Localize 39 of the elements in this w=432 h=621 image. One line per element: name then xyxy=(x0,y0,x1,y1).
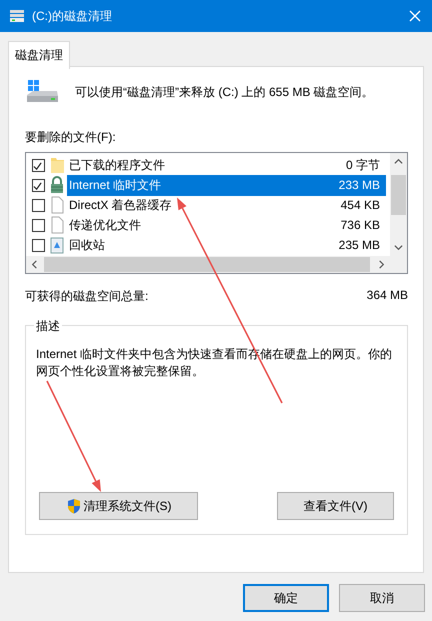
scrollbar-thumb[interactable] xyxy=(391,175,406,215)
list-item[interactable]: 传递优化文件 736 KB xyxy=(67,214,386,236)
dialog-button[interactable]: 确定 xyxy=(243,584,329,612)
checkbox[interactable] xyxy=(32,178,45,192)
list-item[interactable]: 回收站 235 MB xyxy=(67,234,386,256)
tab[interactable]: 磁盘清理 xyxy=(8,41,70,69)
action-button[interactable]: 清理系统文件(S) xyxy=(39,492,198,520)
horizontal-scrollbar[interactable] xyxy=(26,256,390,273)
list-item[interactable]: DirectX 着色器缓存 454 KB xyxy=(67,194,386,216)
group-title: 描述 xyxy=(34,318,62,335)
document-icon xyxy=(49,216,65,234)
checkbox[interactable] xyxy=(32,198,45,212)
scroll-up-icon xyxy=(394,157,403,166)
check-icon xyxy=(33,182,42,190)
files-label: 要删除的文件(F): xyxy=(25,129,116,146)
action-button[interactable]: 查看文件(V) xyxy=(277,492,394,520)
checkbox[interactable] xyxy=(32,158,45,172)
scroll-left-icon xyxy=(30,260,39,269)
recycle-icon xyxy=(49,236,65,254)
list-item[interactable]: Internet 临时文件 233 MB xyxy=(67,174,386,196)
dialog-button[interactable]: 取消 xyxy=(339,584,425,612)
folder-icon xyxy=(49,156,65,174)
checkbox[interactable] xyxy=(32,238,45,252)
document-icon xyxy=(49,196,65,214)
total-value: 364 MB xyxy=(366,288,408,304)
window-title: (C:)的磁盘清理 xyxy=(32,8,113,24)
drive-icon xyxy=(8,7,26,25)
drive-icon xyxy=(25,79,59,105)
check-icon xyxy=(33,162,42,170)
list-item[interactable]: 已下载的程序文件 0 字节 xyxy=(67,154,386,176)
vertical-scrollbar[interactable] xyxy=(390,153,407,256)
shield-icon xyxy=(66,498,82,514)
checkbox[interactable] xyxy=(32,218,45,232)
scroll-right-icon xyxy=(377,260,386,269)
padlock-icon xyxy=(49,176,65,194)
scrollbar-thumb[interactable] xyxy=(44,257,370,272)
scroll-down-icon xyxy=(394,243,403,252)
summary-text: 可以使用“磁盘清理”来释放 (C:) 上的 655 MB 磁盘空间。 xyxy=(75,84,374,100)
total-label: 可获得的磁盘空间总量: xyxy=(25,288,148,305)
